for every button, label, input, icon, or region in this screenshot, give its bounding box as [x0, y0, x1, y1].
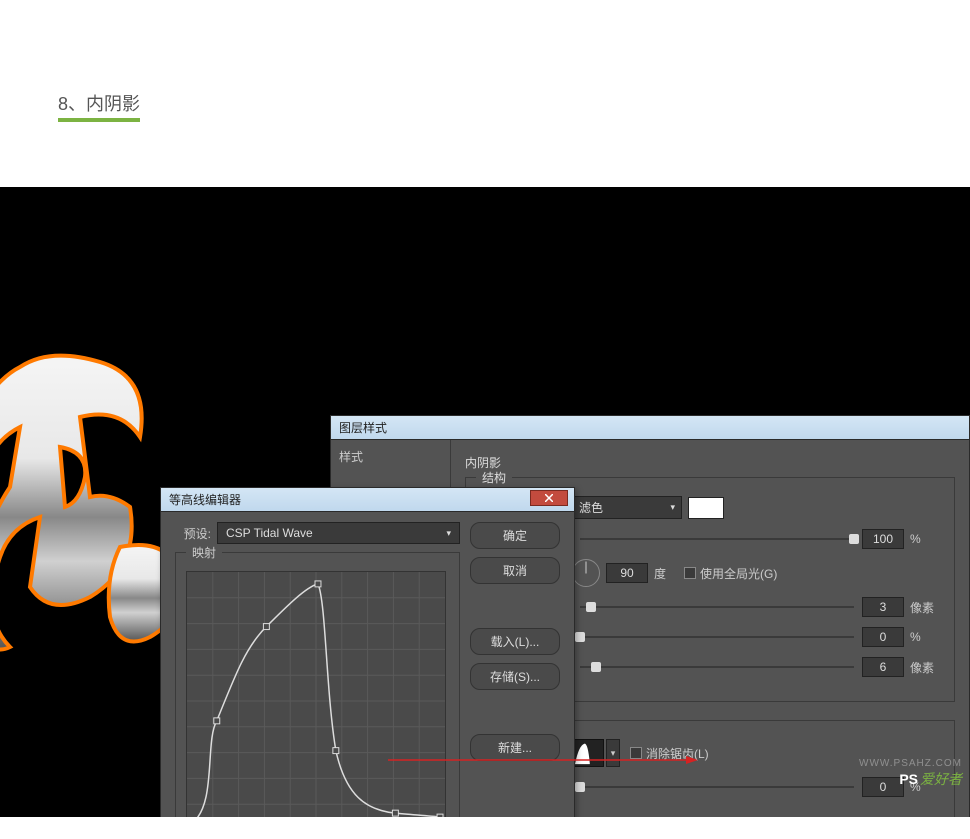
preset-value: CSP Tidal Wave: [226, 526, 313, 540]
styles-label: 样式: [339, 448, 442, 465]
antialias-label: 消除锯齿(L): [646, 745, 709, 762]
color-swatch[interactable]: [688, 497, 724, 519]
cancel-button[interactable]: 取消: [470, 557, 560, 584]
watermark-text: 爱好者: [920, 771, 962, 787]
structure-group-title: 结构: [476, 469, 512, 486]
load-button[interactable]: 载入(L)...: [470, 628, 560, 655]
size-unit: 像素: [910, 659, 940, 676]
contour-thumbnail[interactable]: [572, 739, 604, 767]
global-light-label: 使用全局光(G): [700, 565, 777, 582]
noise-slider[interactable]: [580, 779, 854, 795]
contour-editor-title-bar[interactable]: 等高线编辑器: [161, 488, 574, 512]
choke-unit: %: [910, 630, 940, 644]
watermark-ps: PS: [899, 771, 918, 787]
size-slider[interactable]: [580, 659, 854, 675]
chevron-down-icon: ▾: [670, 502, 675, 513]
choke-slider[interactable]: [580, 629, 854, 645]
noise-input[interactable]: 0: [862, 777, 904, 797]
blend-mode-value: 滤色: [579, 499, 603, 516]
size-input[interactable]: 6: [862, 657, 904, 677]
angle-dial[interactable]: [572, 559, 600, 587]
canvas-area: 图层样式 样式 内阴影 结构 混合模式: 滤色 ▾: [0, 187, 970, 817]
watermark-url: WWW.PSAHZ.COM: [859, 758, 962, 769]
angle-input[interactable]: 90: [606, 563, 648, 583]
chevron-down-icon: ▾: [611, 748, 616, 759]
new-button[interactable]: 新建...: [470, 734, 560, 761]
map-group: 映射: [175, 552, 460, 817]
contour-editor-dialog: 等高线编辑器 预设: CSP Tidal Wave ▾ 映射: [160, 487, 575, 817]
ok-button[interactable]: 确定: [470, 522, 560, 549]
preset-label: 预设:: [175, 525, 217, 542]
preset-select[interactable]: CSP Tidal Wave ▾: [217, 522, 460, 544]
curve-editor[interactable]: [186, 571, 446, 817]
distance-slider[interactable]: [580, 599, 854, 615]
contour-dropdown[interactable]: ▾: [606, 739, 620, 767]
blend-mode-select[interactable]: 滤色 ▾: [572, 496, 682, 519]
watermark-logo: PS爱好者: [899, 769, 962, 789]
distance-unit: 像素: [910, 599, 940, 616]
contour-editor-title: 等高线编辑器: [169, 493, 241, 507]
close-icon: [545, 494, 553, 502]
section-title: 内阴影: [465, 454, 955, 471]
layer-style-title[interactable]: 图层样式: [331, 416, 969, 440]
angle-unit: 度: [654, 565, 684, 582]
map-label: 映射: [186, 544, 222, 561]
save-button[interactable]: 存储(S)...: [470, 663, 560, 690]
choke-input[interactable]: 0: [862, 627, 904, 647]
global-light-checkbox[interactable]: [684, 567, 696, 579]
opacity-unit: %: [910, 532, 940, 546]
opacity-slider[interactable]: [580, 531, 854, 547]
step-label: 8、内阴影: [58, 90, 140, 122]
opacity-input[interactable]: 100: [862, 529, 904, 549]
antialias-checkbox[interactable]: [630, 747, 642, 759]
close-button[interactable]: [530, 490, 568, 506]
chevron-down-icon: ▾: [446, 528, 451, 539]
distance-input[interactable]: 3: [862, 597, 904, 617]
